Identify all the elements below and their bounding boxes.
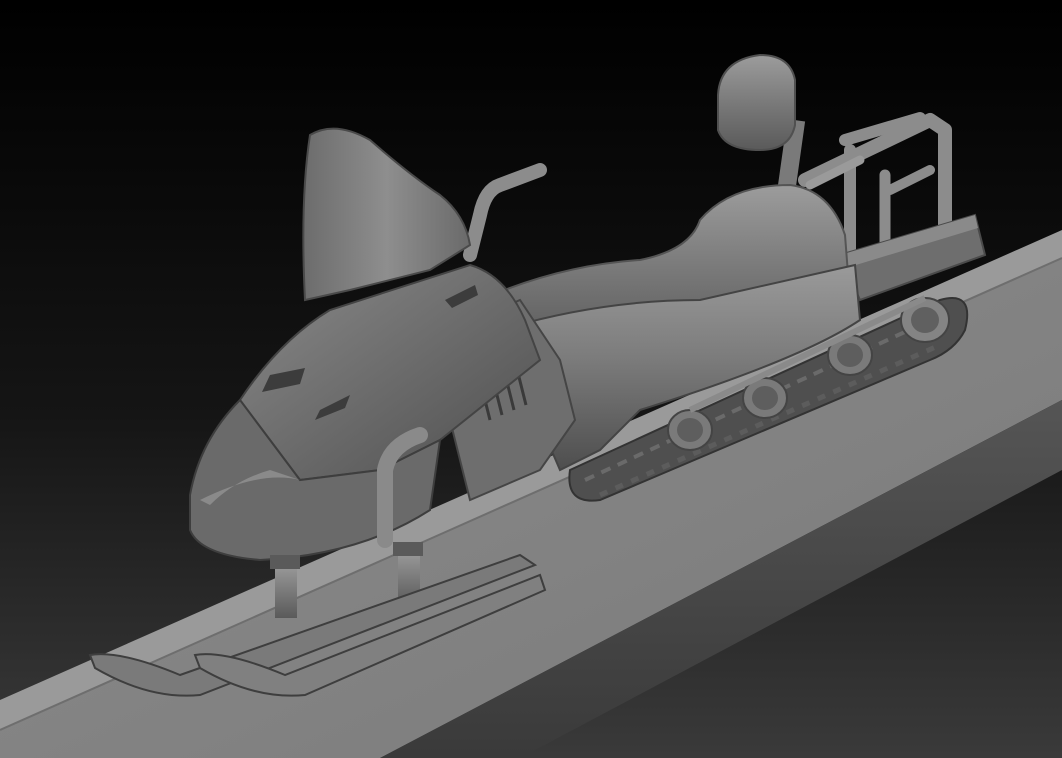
clay-render-scene (0, 0, 1062, 758)
render-viewport (0, 0, 1062, 758)
